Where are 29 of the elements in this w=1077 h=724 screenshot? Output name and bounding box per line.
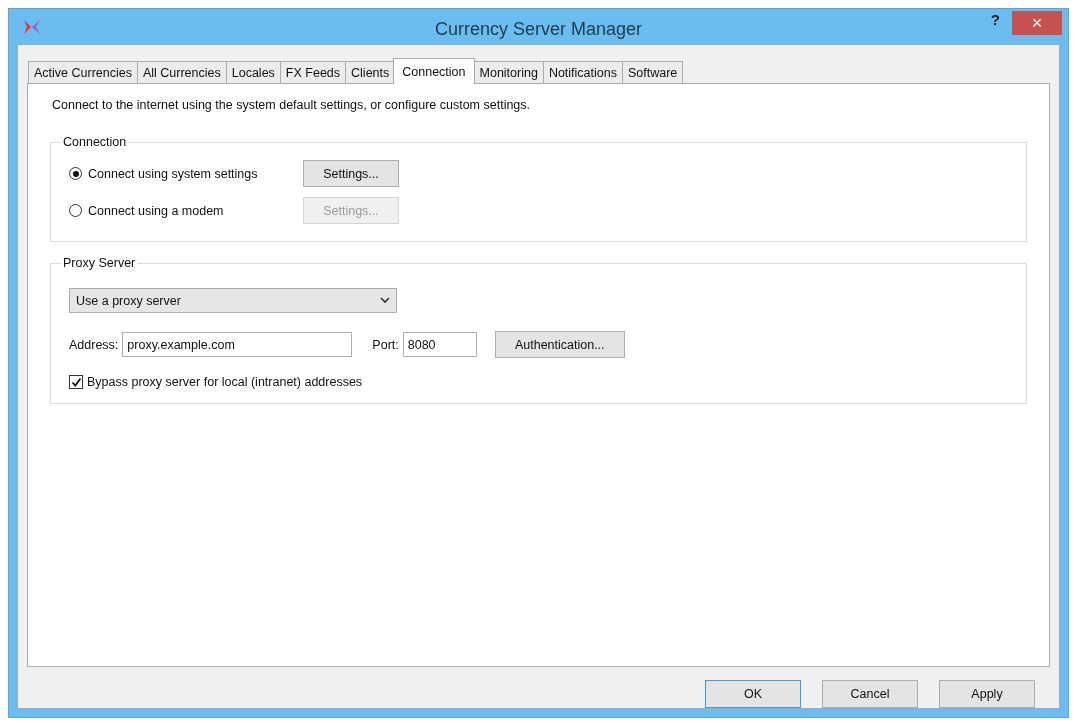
group-title: Proxy Server <box>62 256 137 270</box>
checkbox[interactable] <box>69 375 83 389</box>
address-field[interactable]: proxy.example.com <box>122 332 353 357</box>
tab[interactable]: Connection <box>393 58 475 84</box>
close-button[interactable]: × <box>1012 11 1062 35</box>
proxy-mode-dropdown[interactable]: Use a proxy server <box>69 288 397 313</box>
dialog-button[interactable]: OK <box>705 680 801 708</box>
dialog-button[interactable]: Apply <box>939 680 1035 708</box>
app-logo-icon <box>23 18 41 35</box>
address-label: Address: <box>69 337 119 352</box>
settings-button[interactable]: Settings... <box>303 160 399 187</box>
port-field[interactable]: 8080 <box>402 332 477 357</box>
radio-label: Connect using a modem <box>88 203 224 218</box>
checkbox-label: Bypass proxy server for local (intranet) addresses <box>87 375 363 389</box>
tab[interactable]: Active Currencies <box>28 61 138 84</box>
authentication-button[interactable]: Authentication... <box>494 331 625 358</box>
chevron-down-icon <box>380 297 390 304</box>
radio-label: Connect using system settings <box>88 166 258 181</box>
window-title: Currency Server Manager <box>434 19 643 40</box>
group-title: Connection <box>62 135 128 149</box>
port-label: Port: <box>372 337 399 352</box>
intro-text: Connect to the internet using the system default settings, or configure custom settings. <box>52 98 532 112</box>
radio-button[interactable] <box>69 204 82 217</box>
radio-option[interactable]: Connect using system settings <box>69 166 303 181</box>
help-button[interactable]: ? <box>986 11 1004 28</box>
dialog-button[interactable]: Cancel <box>822 680 918 708</box>
radio-option[interactable]: Connect using a modem <box>69 203 303 218</box>
radio-button[interactable] <box>69 167 82 180</box>
bypass-checkbox-option[interactable]: Bypass proxy server for local (intranet) addresses <box>69 375 1012 389</box>
